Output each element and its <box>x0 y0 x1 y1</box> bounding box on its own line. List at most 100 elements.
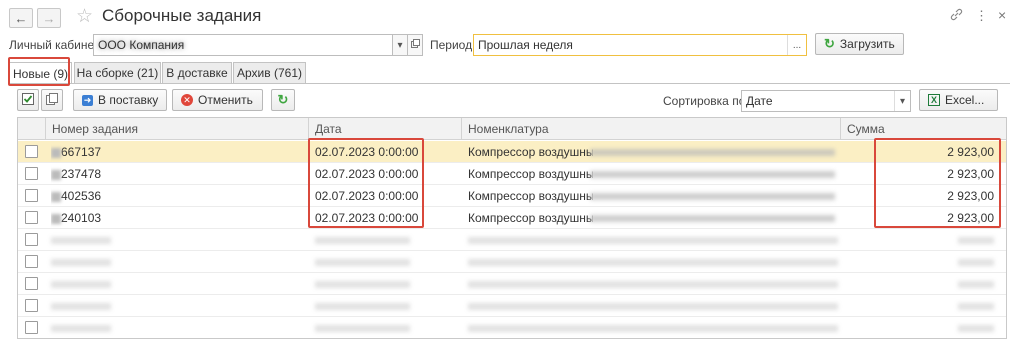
redacted-block <box>51 303 111 310</box>
table-row[interactable]: 237478 02.07.2023 0:00:00 Компрессор воз… <box>18 163 1006 185</box>
row-number-value: 402536 <box>61 189 102 203</box>
table-row[interactable]: 667137 02.07.2023 0:00:00 Компрессор воз… <box>18 141 1006 163</box>
redacted-block <box>590 171 835 178</box>
sort-field[interactable]: Дате <box>741 90 911 112</box>
tasks-table[interactable]: Номер задания Дата Номенклатура Сумма 66… <box>17 117 1007 339</box>
period-select-button[interactable]: ... <box>787 35 806 55</box>
refresh-button[interactable]: ↻ <box>271 89 295 111</box>
redacted-block <box>315 325 410 332</box>
more-menu-icon[interactable]: ⋮ <box>975 8 988 24</box>
row-number-value: 237478 <box>61 167 102 181</box>
arrow-right-icon: → <box>42 10 56 26</box>
check-all-button[interactable] <box>17 89 39 111</box>
open-icon <box>410 39 420 51</box>
redacted-block <box>315 259 410 266</box>
row-item: Компрессор воздушный <box>468 167 593 181</box>
col-date-header[interactable]: Дата <box>308 118 461 140</box>
cabinet-value: ООО Компания <box>98 38 185 52</box>
cabinet-label: Личный кабинет: <box>9 38 103 52</box>
excel-label: Excel... <box>945 93 985 107</box>
redacted-block <box>468 303 838 310</box>
redacted-block <box>958 281 994 288</box>
forward-button[interactable]: → <box>37 8 61 28</box>
excel-button[interactable]: X Excel... <box>919 89 998 111</box>
row-number-value: 667137 <box>61 145 102 159</box>
cancel-button[interactable]: ✕ Отменить <box>172 89 263 111</box>
redacted-block <box>51 147 61 158</box>
tab-assembly[interactable]: На сборке (21) <box>74 62 161 83</box>
uncheck-all-button[interactable] <box>41 89 63 111</box>
link-icon[interactable] <box>950 8 963 24</box>
cabinet-dropdown-button[interactable]: ▾ <box>392 34 408 56</box>
redacted-block <box>315 303 410 310</box>
row-checkbox[interactable] <box>25 211 38 224</box>
redacted-block <box>315 281 410 288</box>
row-number: 240103 <box>51 207 301 229</box>
close-icon[interactable]: × <box>998 7 1006 23</box>
redacted-block <box>468 281 838 288</box>
row-checkbox[interactable] <box>25 233 38 246</box>
row-checkbox[interactable] <box>25 299 38 312</box>
row-checkbox[interactable] <box>25 145 38 158</box>
row-number-value: 240103 <box>61 211 102 225</box>
redacted-block <box>958 237 994 244</box>
redacted-block <box>51 191 61 202</box>
row-checkbox[interactable] <box>25 255 38 268</box>
highlight-tab-new <box>8 57 70 86</box>
row-number: 667137 <box>51 141 301 163</box>
redacted-block <box>958 259 994 266</box>
redacted-block <box>468 237 838 244</box>
star-icon[interactable]: ☆ <box>76 5 93 28</box>
copy-icon <box>46 92 58 108</box>
period-value: Прошлая неделя <box>478 38 573 52</box>
cabinet-open-button[interactable] <box>407 34 423 56</box>
row-checkbox[interactable] <box>25 321 38 334</box>
redacted-block <box>958 303 994 310</box>
table-row[interactable] <box>18 273 1006 295</box>
to-delivery-button[interactable]: ➜ В поставку <box>73 89 168 111</box>
cabinet-field[interactable]: ООО Компания <box>93 34 393 56</box>
cancel-label: Отменить <box>198 93 253 107</box>
table-row[interactable] <box>18 317 1006 338</box>
table-row[interactable]: 240103 02.07.2023 0:00:00 Компрессор воз… <box>18 207 1006 229</box>
row-number: 237478 <box>51 163 301 185</box>
col-sum-header[interactable]: Сумма <box>840 118 1006 140</box>
redacted-block <box>590 193 835 200</box>
col-number-header[interactable]: Номер задания <box>45 118 308 140</box>
redacted-block <box>51 213 61 224</box>
col-item-header[interactable]: Номенклатура <box>461 118 840 140</box>
excel-icon: X <box>928 94 940 106</box>
tab-delivery[interactable]: В доставке <box>162 62 232 83</box>
period-field[interactable]: Прошлая неделя <box>473 34 807 56</box>
sort-value: Дате <box>746 94 773 108</box>
sort-dropdown-button[interactable]: ▾ <box>894 91 910 111</box>
chevron-down-icon: ▾ <box>397 39 403 51</box>
row-number: 402536 <box>51 185 301 207</box>
arrow-left-icon: ← <box>14 10 28 26</box>
redacted-block <box>468 259 838 266</box>
table-row[interactable]: 402536 02.07.2023 0:00:00 Компрессор воз… <box>18 185 1006 207</box>
row-checkbox[interactable] <box>25 189 38 202</box>
tab-delivery-label: В доставке <box>166 66 228 80</box>
table-row[interactable] <box>18 229 1006 251</box>
load-button[interactable]: ↻ Загрузить <box>815 33 904 55</box>
back-button[interactable]: ← <box>9 8 33 28</box>
tab-archive-label: Архив (761) <box>237 66 302 80</box>
row-item: Компрессор воздушный <box>468 211 593 225</box>
redacted-block <box>958 325 994 332</box>
page-title: Сборочные задания <box>102 6 262 25</box>
highlight-date-column <box>308 138 424 228</box>
chevron-down-icon: ▾ <box>899 95 906 107</box>
tab-archive[interactable]: Архив (761) <box>233 62 306 83</box>
tab-assembly-label: На сборке (21) <box>76 66 159 80</box>
checkbox-checked-icon <box>22 92 34 108</box>
redacted-block <box>590 215 835 222</box>
redacted-block <box>590 149 835 156</box>
redacted-block <box>468 325 838 332</box>
table-row[interactable] <box>18 251 1006 273</box>
row-checkbox[interactable] <box>25 167 38 180</box>
row-checkbox[interactable] <box>25 277 38 290</box>
refresh-icon: ↻ <box>824 36 835 51</box>
redacted-block <box>51 281 111 288</box>
table-row[interactable] <box>18 295 1006 317</box>
